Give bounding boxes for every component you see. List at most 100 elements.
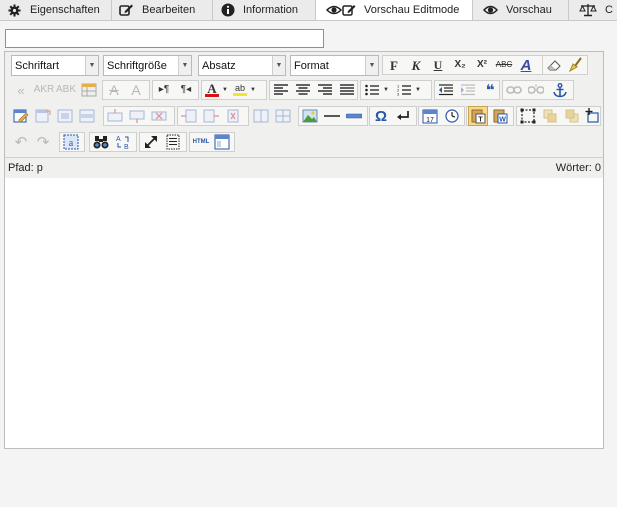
insert-col-after-icon[interactable]: [201, 106, 221, 126]
tab-vorschau[interactable]: Vorschau: [473, 0, 569, 20]
image-icon[interactable]: [300, 106, 320, 126]
title-input[interactable]: [5, 29, 324, 48]
svg-text:17: 17: [426, 117, 434, 124]
dropdown-arrow-icon[interactable]: ▼: [414, 80, 422, 100]
binoculars-icon[interactable]: [91, 132, 111, 152]
merge-cells-icon[interactable]: [273, 106, 293, 126]
format-label: Format: [294, 59, 329, 72]
numbered-list-icon[interactable]: 123: [394, 80, 414, 100]
italic-button[interactable]: K: [406, 55, 426, 75]
align-left-icon[interactable]: [271, 80, 291, 100]
absolute-position-icon[interactable]: [518, 106, 538, 126]
outdent-icon[interactable]: [436, 80, 456, 100]
align-center-icon[interactable]: [293, 80, 313, 100]
redo-icon[interactable]: ↷: [33, 132, 53, 152]
blockquote-button[interactable]: «: [11, 80, 31, 100]
svg-text:ab: ab: [235, 83, 245, 93]
font-size-select[interactable]: Schriftgröße ▼: [103, 55, 192, 76]
edit-icon: [119, 3, 134, 17]
delete-row-icon[interactable]: [149, 106, 169, 126]
toolbar-row-3: Ω 17 T W: [11, 106, 601, 128]
scale-icon: [579, 3, 597, 17]
underline-button[interactable]: U: [428, 55, 448, 75]
dropdown-arrow-icon: ▼: [178, 56, 191, 75]
font-family-select[interactable]: Schriftart ▼: [11, 55, 99, 76]
broom-icon[interactable]: [566, 55, 586, 75]
edit-document-icon[interactable]: [11, 106, 31, 126]
paste-text-icon[interactable]: T: [468, 106, 488, 126]
special-char-button[interactable]: Ω: [371, 106, 391, 126]
page-break-icon[interactable]: [163, 132, 183, 152]
svg-text:B: B: [124, 144, 129, 150]
align-right-icon[interactable]: [315, 80, 335, 100]
line-break-icon[interactable]: [393, 106, 413, 126]
dropdown-arrow-icon[interactable]: ▼: [221, 80, 229, 100]
bold-button[interactable]: F: [384, 55, 404, 75]
toolbar-row-2: « AKR ABK A A ▸¶ ¶◂ A ▼ ab ▼ ▼ 1 2 3 ▼ ❝: [11, 80, 601, 102]
subscript-button[interactable]: X₂: [450, 55, 470, 75]
superscript-button[interactable]: X²: [472, 55, 492, 75]
tab-c[interactable]: C: [569, 0, 617, 20]
styles-button[interactable]: A: [516, 55, 536, 75]
unlink-icon[interactable]: [526, 80, 546, 100]
insert-col-before-icon[interactable]: [179, 106, 199, 126]
ltr-button[interactable]: ▸¶: [154, 80, 174, 100]
fullscreen-icon[interactable]: [141, 132, 161, 152]
calendar-icon[interactable]: 17: [420, 106, 440, 126]
table-color-icon[interactable]: [79, 80, 99, 100]
indent-icon[interactable]: [458, 80, 478, 100]
advanced-hr-icon[interactable]: [344, 106, 364, 126]
link-icon[interactable]: [504, 80, 524, 100]
table-row-icon[interactable]: [77, 106, 97, 126]
dropdown-arrow-icon[interactable]: ▼: [249, 80, 257, 100]
quote-icon[interactable]: ❝: [480, 80, 500, 100]
undo-icon[interactable]: ↶: [11, 132, 31, 152]
text-color-button[interactable]: A: [203, 80, 221, 100]
delete-col-icon[interactable]: [223, 106, 243, 126]
visual-aid-icon[interactable]: a: [61, 132, 81, 152]
acronym-button[interactable]: AKR: [33, 80, 55, 100]
paragraph-label: Absatz: [202, 59, 236, 72]
insert-row-after-icon[interactable]: [127, 106, 147, 126]
tab-label: Vorschau: [506, 4, 552, 16]
rich-text-editor: Schriftart ▼ Schriftgröße ▼ Absatz ▼ For…: [4, 51, 604, 449]
paragraph-select[interactable]: Absatz ▼: [198, 55, 286, 76]
insert-row-before-icon[interactable]: [105, 106, 125, 126]
format-select[interactable]: Format ▼: [290, 55, 379, 76]
tab-information[interactable]: Information: [213, 0, 316, 20]
html-source-button[interactable]: HTML: [191, 132, 211, 152]
shadow-a-button[interactable]: A: [126, 80, 146, 100]
align-justify-icon[interactable]: [337, 80, 357, 100]
template-icon[interactable]: [212, 132, 232, 152]
toolbar-row-1: Schriftart ▼ Schriftgröße ▼ Absatz ▼ For…: [11, 55, 601, 77]
strike-a-button[interactable]: A: [104, 80, 124, 100]
strikethrough-button[interactable]: ABC: [494, 55, 514, 75]
dropdown-arrow-icon[interactable]: ▼: [382, 80, 390, 100]
tab-vorschau-editmode[interactable]: Vorschau Editmode: [316, 0, 473, 20]
bullet-list-icon[interactable]: [362, 80, 382, 100]
insert-layer-icon[interactable]: [582, 106, 602, 126]
table-props-icon[interactable]: [33, 106, 53, 126]
horizontal-rule-icon[interactable]: [322, 106, 342, 126]
tab-label: C: [605, 4, 613, 16]
paste-word-icon[interactable]: W: [490, 106, 510, 126]
tab-label: Bearbeiten: [142, 4, 196, 16]
toolbar-row-4: ↶ ↷ a AB HTML: [11, 132, 601, 154]
clock-icon[interactable]: [442, 106, 462, 126]
tab-bearbeiten[interactable]: Bearbeiten: [112, 0, 213, 20]
tab-eigenschaften[interactable]: Eigenschaften: [0, 0, 112, 20]
move-forward-icon[interactable]: [540, 106, 560, 126]
font-size-label: Schriftgröße: [107, 59, 167, 72]
word-count: Wörter: 0: [555, 162, 601, 174]
eraser-icon[interactable]: [544, 55, 564, 75]
abbreviation-button[interactable]: ABK: [55, 80, 77, 100]
table-cell-icon[interactable]: [55, 106, 75, 126]
rtl-button[interactable]: ¶◂: [176, 80, 196, 100]
anchor-icon[interactable]: [550, 80, 570, 100]
split-cells-icon[interactable]: [251, 106, 271, 126]
editor-content-area[interactable]: [5, 178, 603, 448]
tab-bar: Eigenschaften Bearbeiten Information Vor…: [0, 0, 617, 21]
move-backward-icon[interactable]: [562, 106, 582, 126]
highlight-color-button[interactable]: ab: [231, 80, 249, 100]
replace-icon[interactable]: AB: [113, 132, 133, 152]
